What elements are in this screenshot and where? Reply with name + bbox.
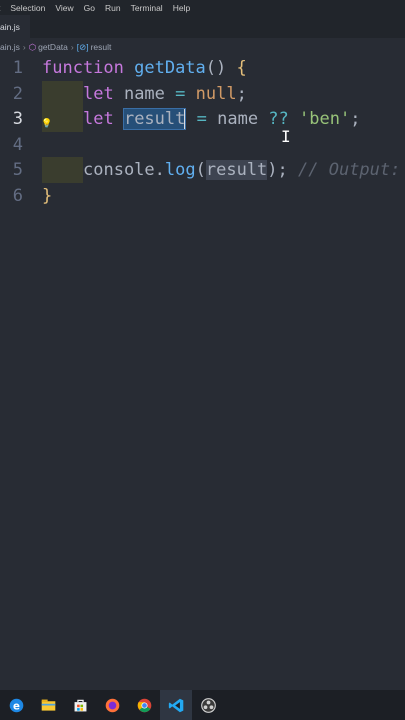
- menu-item-terminal[interactable]: Terminal: [131, 3, 163, 13]
- highlighted-occurrence: result: [205, 160, 268, 180]
- tab-bar: ain.js: [0, 15, 405, 38]
- menu-item-help[interactable]: Help: [173, 3, 190, 13]
- code-token: );: [267, 160, 288, 180]
- code-token: (: [195, 160, 206, 180]
- breadcrumb-function[interactable]: getData: [38, 42, 68, 52]
- tab-main-js[interactable]: ain.js: [0, 15, 30, 38]
- code-token: ;: [236, 83, 247, 104]
- code-token: log: [164, 160, 196, 180]
- menu-item-run[interactable]: Run: [105, 3, 121, 13]
- code-text: }: [42, 183, 52, 209]
- taskbar: e: [0, 690, 405, 720]
- code-token: getData: [134, 58, 206, 78]
- code-line[interactable]: 2 let name = null;: [0, 80, 405, 107]
- code-text: let result = name ?? 'ben';: [83, 106, 360, 132]
- file-explorer-icon[interactable]: [32, 690, 64, 720]
- obs-icon[interactable]: [192, 690, 224, 720]
- code-token: function: [42, 58, 135, 78]
- code-token: let: [83, 83, 124, 104]
- menu-item-view[interactable]: View: [55, 3, 73, 13]
- breadcrumb-variable[interactable]: result: [91, 42, 112, 52]
- code-token: name: [123, 83, 176, 104]
- menu-item-go[interactable]: Go: [84, 3, 95, 13]
- code-text: function getData() {: [42, 55, 247, 81]
- code-line[interactable]: 6}: [0, 183, 405, 209]
- code-token: ;: [350, 109, 361, 129]
- menu-bar: t Selection View Go Run Terminal Help: [0, 0, 405, 15]
- edge-icon[interactable]: e: [0, 690, 32, 720]
- code-token: name: [217, 109, 269, 129]
- firefox-icon[interactable]: [96, 690, 128, 720]
- line-number: 4: [12, 134, 23, 155]
- lightbulb-icon[interactable]: 💡: [41, 111, 52, 129]
- code-token: =: [175, 83, 196, 104]
- code-token: 'ben': [299, 109, 351, 129]
- code-token: .: [154, 160, 165, 180]
- code-token: console: [83, 160, 155, 180]
- variable-icon: [⊘]: [76, 41, 89, 52]
- chevron-right-icon: ›: [70, 42, 74, 52]
- tab-label: ain.js: [0, 21, 20, 32]
- code-line[interactable]: 4: [0, 132, 405, 158]
- selected-text: result: [122, 108, 187, 130]
- code-text: console.log(result); // Output:: [83, 157, 400, 183]
- code-token: let: [83, 109, 124, 129]
- vscode-icon[interactable]: [160, 690, 192, 720]
- code-token: ??: [268, 109, 300, 129]
- breadcrumb: ain.js › ⬡ getData › [⊘] result: [0, 38, 405, 56]
- code-token: }: [42, 185, 53, 206]
- cube-icon: ⬡: [28, 41, 37, 52]
- code-token: =: [196, 109, 218, 129]
- code-token: // Output:: [287, 160, 401, 180]
- line-number: 3: [12, 109, 23, 129]
- code-token: {: [236, 58, 247, 78]
- store-icon[interactable]: [64, 690, 96, 720]
- menu-item-selection[interactable]: Selection: [10, 3, 45, 13]
- line-number: 5: [12, 160, 23, 180]
- indent-guide: [42, 157, 83, 183]
- code-editor[interactable]: 1function getData() {2let name = null;3💡…: [0, 56, 405, 656]
- line-number: 2: [12, 83, 23, 104]
- code-text: let name = null;: [83, 81, 247, 107]
- code-line[interactable]: 5 console.log(result); // Output:: [0, 157, 405, 183]
- code-line[interactable]: 3 💡 let result = name ?? 'ben';: [0, 106, 405, 132]
- text-cursor-icon: I: [281, 127, 291, 146]
- svg-text:e: e: [13, 701, 20, 712]
- code-line[interactable]: 1 function getData() {: [0, 55, 405, 81]
- line-number: 1: [12, 58, 23, 78]
- chevron-right-icon: ›: [22, 42, 26, 52]
- breadcrumb-file[interactable]: ain.js: [0, 42, 20, 52]
- chrome-icon[interactable]: [128, 690, 160, 720]
- line-number: 6: [12, 185, 23, 206]
- code-token: null: [195, 83, 237, 104]
- code-token: (): [205, 58, 237, 78]
- indent-guide: [42, 80, 83, 107]
